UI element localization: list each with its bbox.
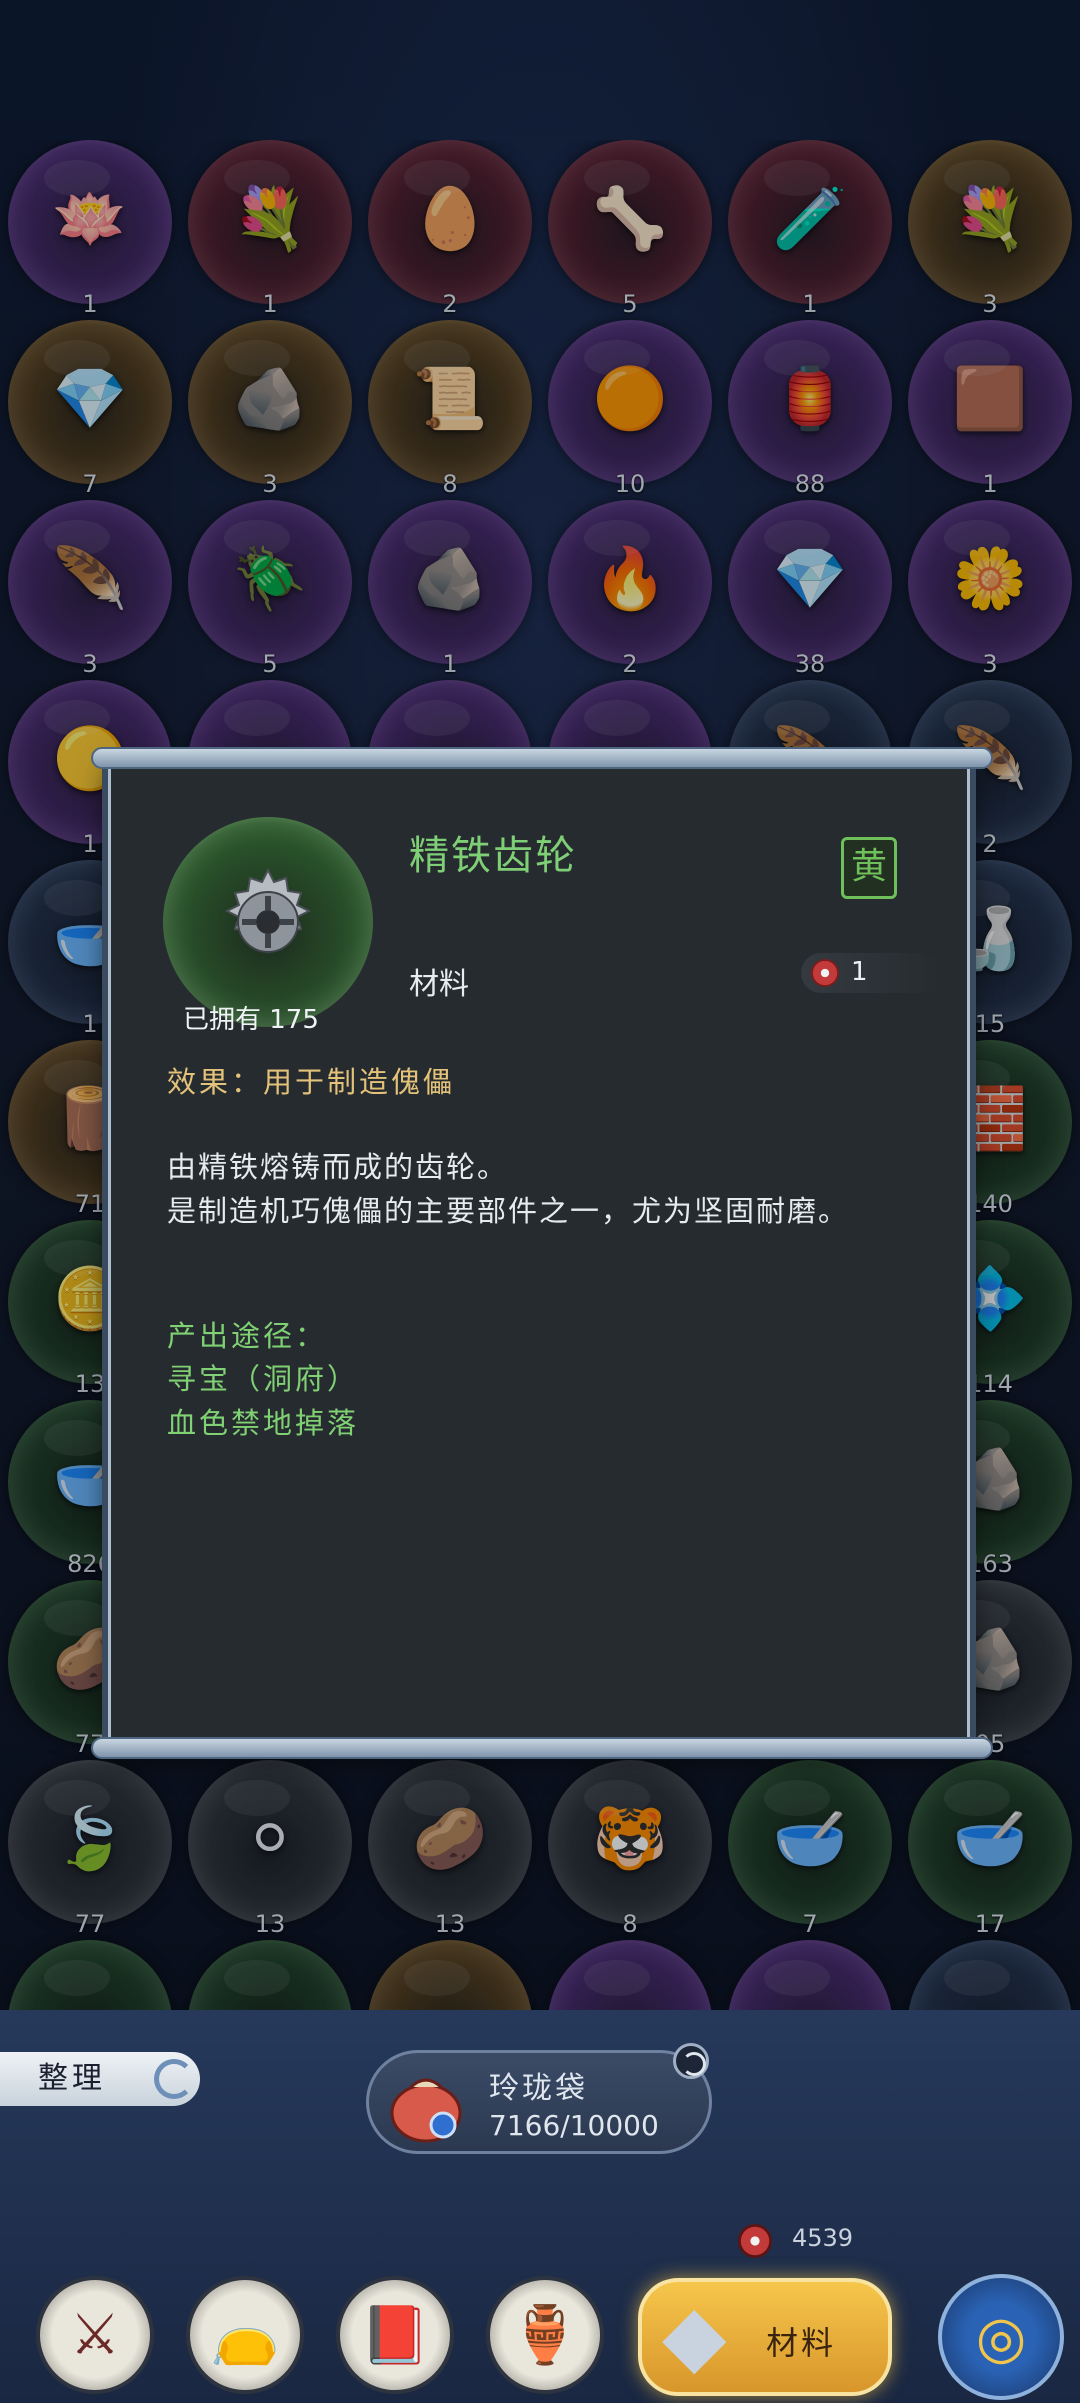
source-title: 产出途径： — [167, 1319, 328, 1353]
item-category: 材料 — [409, 967, 469, 1002]
bottom-nav: ◆ 材料 ◎ ⚔ 👝 📕 🏺 — [0, 2260, 1080, 2403]
item-name: 精铁齿轮 — [409, 833, 577, 879]
pouch-icon: 👝 — [210, 2303, 280, 2368]
swirl-icon: ◎ — [975, 2303, 1027, 2371]
nav-books[interactable]: 📕 — [336, 2276, 454, 2394]
gourd-icon: 🏺 — [510, 2303, 580, 2368]
spirit-stone-icon — [738, 2224, 772, 2258]
pouch-icon — [390, 2078, 462, 2143]
description-line: 是制造机巧傀儡的主要部件之一，尤为坚固耐磨。 — [167, 1194, 850, 1228]
panel-bottom-bar — [91, 1737, 993, 1759]
description-line: 由精铁熔铸而成的齿轮。 — [167, 1150, 509, 1184]
item-effect: 效果：用于制造傀儡 — [167, 1065, 456, 1099]
price-value: 1 — [851, 957, 868, 987]
nav-swirl-button[interactable]: ◎ — [938, 2274, 1064, 2400]
sort-label: 整理 — [38, 2061, 106, 2096]
item-orb — [163, 817, 373, 1027]
gear-icon — [224, 867, 312, 955]
tab-materials[interactable]: ◆ 材料 — [638, 2278, 892, 2396]
sword-icon: ⚔ — [69, 2302, 121, 2368]
item-detail-panel: 精铁齿轮 黄 材料 1 已拥有 175 效果：用于制造傀儡 由精铁熔铸而成的齿轮… — [91, 747, 993, 1759]
item-price: 1 — [801, 953, 941, 993]
currency-value: 4539 — [792, 2224, 854, 2252]
source-list: 寻宝（洞府） 血色禁地掉落 — [167, 1357, 359, 1445]
item-description: 由精铁熔铸而成的齿轮。 是制造机巧傀儡的主要部件之一，尤为坚固耐磨。 — [167, 1145, 927, 1233]
bag-capacity: 7166/10000 — [489, 2109, 659, 2142]
nav-consumables[interactable]: 👝 — [186, 2276, 304, 2394]
tab-label: 材料 — [766, 2324, 837, 2362]
source-item: 血色禁地掉落 — [167, 1406, 360, 1440]
owned-count: 已拥有 175 — [183, 1005, 319, 1035]
panel-top-bar — [91, 747, 993, 769]
source-item: 寻宝（洞府） — [167, 1362, 360, 1396]
storage-bag[interactable]: 玲珑袋 7166/10000 — [366, 2043, 712, 2154]
spirit-stone-icon — [811, 959, 839, 987]
refresh-icon[interactable] — [673, 2043, 709, 2079]
bottom-toolbar: 整理 玲珑袋 7166/10000 4539 ◆ 材料 ◎ ⚔ 👝 📕 🏺 — [0, 2010, 1080, 2403]
nav-elixirs[interactable]: 🏺 — [486, 2276, 604, 2394]
crystal-icon: ◆ — [662, 2286, 727, 2384]
sort-button[interactable]: 整理 — [0, 2052, 200, 2106]
bag-title: 玲珑袋 — [489, 2071, 588, 2106]
book-icon: 📕 — [360, 2303, 430, 2368]
nav-equipment[interactable]: ⚔ — [36, 2276, 154, 2394]
swirl-icon — [154, 2059, 194, 2099]
grade-badge: 黄 — [841, 837, 897, 899]
